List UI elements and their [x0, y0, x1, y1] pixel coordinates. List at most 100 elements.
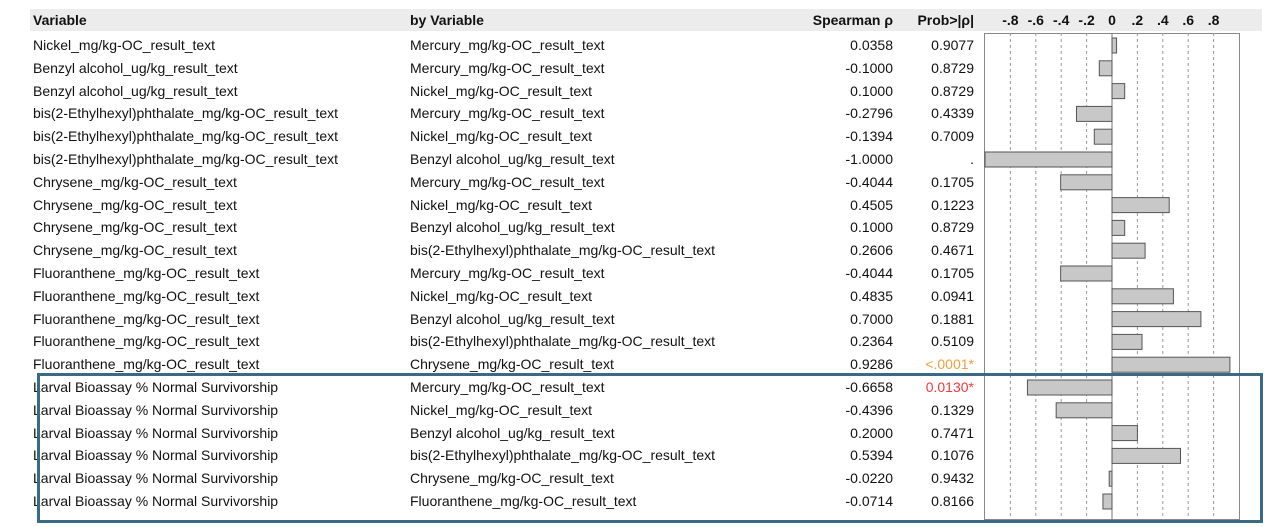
by-variable-cell: Mercury_mg/kg-OC_result_text: [410, 59, 605, 76]
by-variable-cell: Benzyl alcohol_ug/kg_result_text: [410, 424, 615, 441]
by-variable-cell: Nickel_mg/kg-OC_result_text: [410, 128, 593, 145]
variable-cell: Larval Bioassay % Normal Survivorship: [33, 447, 279, 464]
spearman-rho-cell: 0.2364: [850, 333, 893, 350]
header-by-variable[interactable]: by Variable: [410, 9, 484, 31]
spearman-rho-cell: 0.4835: [850, 287, 893, 304]
variable-cell: Chrysene_mg/kg-OC_result_text: [33, 219, 237, 236]
axis-tick-label: .8: [1207, 12, 1220, 28]
correlation-bar: [1111, 447, 1182, 464]
correlation-bar: [1111, 425, 1138, 442]
spearman-rho-cell: -0.1000: [845, 59, 893, 76]
variable-cell: Fluoranthene_mg/kg-OC_result_text: [33, 287, 260, 304]
by-variable-cell: Fluoranthene_mg/kg-OC_result_text: [410, 493, 637, 509]
correlation-bar: [1111, 242, 1146, 259]
prob-cell: <.0001*: [925, 356, 974, 373]
variable-cell: Larval Bioassay % Normal Survivorship: [33, 401, 279, 418]
by-variable-cell: Nickel_mg/kg-OC_result_text: [410, 82, 593, 99]
by-variable-cell: bis(2-Ethylhexyl)phthalate_mg/kg-OC_resu…: [410, 242, 716, 259]
spearman-rho-cell: -0.4396: [845, 401, 893, 418]
variable-cell: bis(2-Ethylhexyl)phthalate_mg/kg-OC_resu…: [33, 128, 339, 145]
spearman-rho-cell: -0.4044: [845, 173, 893, 190]
spearman-rho-cell: 0.4505: [850, 196, 893, 213]
header-spearman-rho[interactable]: Spearman ρ: [799, 9, 893, 31]
spearman-rho-cell: -0.1394: [845, 128, 893, 145]
prob-cell: 0.1076: [931, 447, 974, 464]
spearman-rho-cell: -0.0220: [845, 470, 893, 487]
correlation-bar: [1026, 379, 1113, 396]
by-variable-cell: bis(2-Ethylhexyl)phthalate_mg/kg-OC_resu…: [410, 333, 716, 350]
prob-cell: 0.7009: [931, 128, 974, 145]
correlation-bar: [1111, 197, 1170, 214]
correlation-bar: [1060, 265, 1113, 282]
axis-tick-label: 0: [1108, 12, 1116, 28]
axis-tick-label: -.8: [1002, 12, 1019, 28]
variable-cell: bis(2-Ethylhexyl)phthalate_mg/kg-OC_resu…: [33, 151, 339, 167]
spearman-rho-cell: -0.0714: [845, 493, 893, 509]
by-variable-cell: bis(2-Ethylhexyl)phthalate_mg/kg-OC_resu…: [410, 447, 716, 464]
correlation-bar: [1055, 402, 1113, 419]
variable-cell: Nickel_mg/kg-OC_result_text: [33, 37, 216, 53]
correlation-bar: [1111, 37, 1118, 54]
prob-cell: 0.9432: [931, 470, 974, 487]
prob-cell: 0.4671: [931, 242, 974, 259]
correlation-bar: [984, 151, 1113, 168]
spearman-rho-cell: -1.0000: [845, 151, 893, 167]
by-variable-cell: Mercury_mg/kg-OC_result_text: [410, 173, 605, 190]
by-variable-cell: Benzyl alcohol_ug/kg_result_text: [410, 219, 615, 236]
variable-cell: Chrysene_mg/kg-OC_result_text: [33, 196, 237, 213]
axis-tick-label: .6: [1182, 12, 1195, 28]
axis-tick-label: .2: [1131, 12, 1144, 28]
correlation-bar: [1093, 128, 1113, 145]
variable-cell: Chrysene_mg/kg-OC_result_text: [33, 173, 237, 190]
variable-cell: bis(2-Ethylhexyl)phthalate_mg/kg-OC_resu…: [33, 105, 339, 122]
variable-cell: Larval Bioassay % Normal Survivorship: [33, 493, 279, 509]
by-variable-cell: Benzyl alcohol_ug/kg_result_text: [410, 310, 615, 327]
variable-cell: Larval Bioassay % Normal Survivorship: [33, 379, 279, 395]
variable-cell: Fluoranthene_mg/kg-OC_result_text: [33, 356, 260, 373]
by-variable-cell: Chrysene_mg/kg-OC_result_text: [410, 470, 614, 487]
header-prob[interactable]: Prob>|ρ|: [890, 9, 974, 31]
by-variable-cell: Mercury_mg/kg-OC_result_text: [410, 379, 605, 395]
spearman-rho-cell: 0.7000: [850, 310, 893, 327]
prob-cell: 0.0130*: [925, 379, 974, 395]
prob-cell: 0.5109: [931, 333, 974, 350]
correlation-bar: [1111, 356, 1231, 373]
by-variable-cell: Mercury_mg/kg-OC_result_text: [410, 105, 605, 122]
prob-cell: 0.9077: [931, 37, 974, 53]
spearman-rho-cell: 0.1000: [850, 82, 893, 99]
prob-cell: 0.0941: [931, 287, 974, 304]
variable-cell: Fluoranthene_mg/kg-OC_result_text: [33, 265, 260, 281]
spearman-rho-cell: -0.2796: [845, 105, 893, 122]
by-variable-cell: Nickel_mg/kg-OC_result_text: [410, 401, 593, 418]
by-variable-cell: Benzyl alcohol_ug/kg_result_text: [410, 151, 615, 167]
correlation-bar-plot: [984, 33, 1231, 520]
by-variable-cell: Chrysene_mg/kg-OC_result_text: [410, 356, 614, 373]
prob-cell: 0.8729: [931, 219, 974, 236]
correlation-bar: [1060, 174, 1113, 191]
spearman-correlation-table: Variable by Variable Spearman ρ Prob>|ρ|…: [0, 0, 1273, 527]
spearman-rho-cell: 0.5394: [850, 447, 893, 464]
spearman-rho-cell: -0.4044: [845, 265, 893, 281]
correlation-bar: [1111, 83, 1126, 100]
by-variable-cell: Nickel_mg/kg-OC_result_text: [410, 196, 593, 213]
by-variable-cell: Mercury_mg/kg-OC_result_text: [410, 265, 605, 281]
prob-cell: 0.7471: [931, 424, 974, 441]
by-variable-cell: Mercury_mg/kg-OC_result_text: [410, 37, 605, 53]
correlation-bar: [1111, 288, 1174, 305]
variable-cell: Fluoranthene_mg/kg-OC_result_text: [33, 333, 260, 350]
header-variable[interactable]: Variable: [33, 9, 87, 31]
correlation-bar: [1111, 219, 1126, 236]
variable-cell: Larval Bioassay % Normal Survivorship: [33, 424, 279, 441]
axis-tick-label: -.6: [1027, 12, 1044, 28]
prob-cell: 0.8729: [931, 59, 974, 76]
spearman-rho-cell: 0.2000: [850, 424, 893, 441]
spearman-rho-cell: 0.1000: [850, 219, 893, 236]
prob-cell: 0.1705: [931, 265, 974, 281]
axis-tick-label: .4: [1156, 12, 1169, 28]
spearman-rho-cell: -0.6658: [845, 379, 893, 395]
variable-cell: Larval Bioassay % Normal Survivorship: [33, 470, 279, 487]
correlation-bar: [1098, 60, 1113, 77]
correlation-bar: [1075, 105, 1113, 122]
prob-cell: 0.1329: [931, 401, 974, 418]
correlation-bar: [1108, 470, 1113, 487]
